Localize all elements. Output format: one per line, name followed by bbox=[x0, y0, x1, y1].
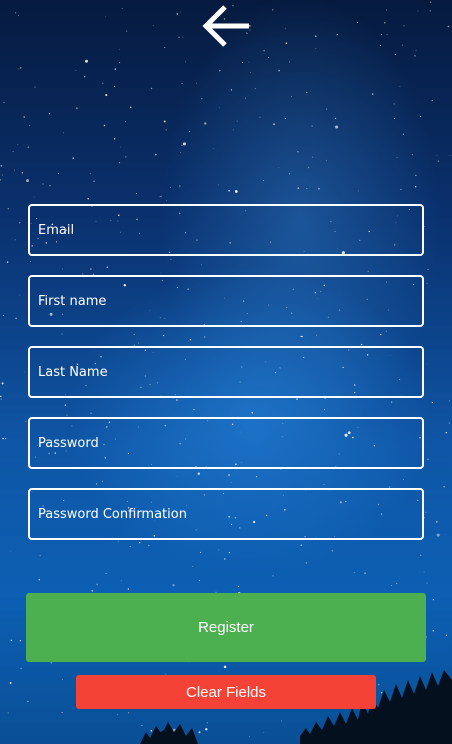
clear-fields-button[interactable]: Clear Fields bbox=[76, 675, 376, 709]
password-field[interactable] bbox=[28, 417, 424, 469]
back-button[interactable] bbox=[200, 2, 252, 50]
email-field[interactable] bbox=[28, 204, 424, 256]
register-screen: Register Clear Fields bbox=[0, 0, 452, 744]
first-name-field[interactable] bbox=[28, 275, 424, 327]
last-name-field[interactable] bbox=[28, 346, 424, 398]
password-confirmation-field[interactable] bbox=[28, 488, 424, 540]
register-button[interactable]: Register bbox=[26, 593, 426, 662]
arrow-left-icon bbox=[202, 5, 249, 47]
